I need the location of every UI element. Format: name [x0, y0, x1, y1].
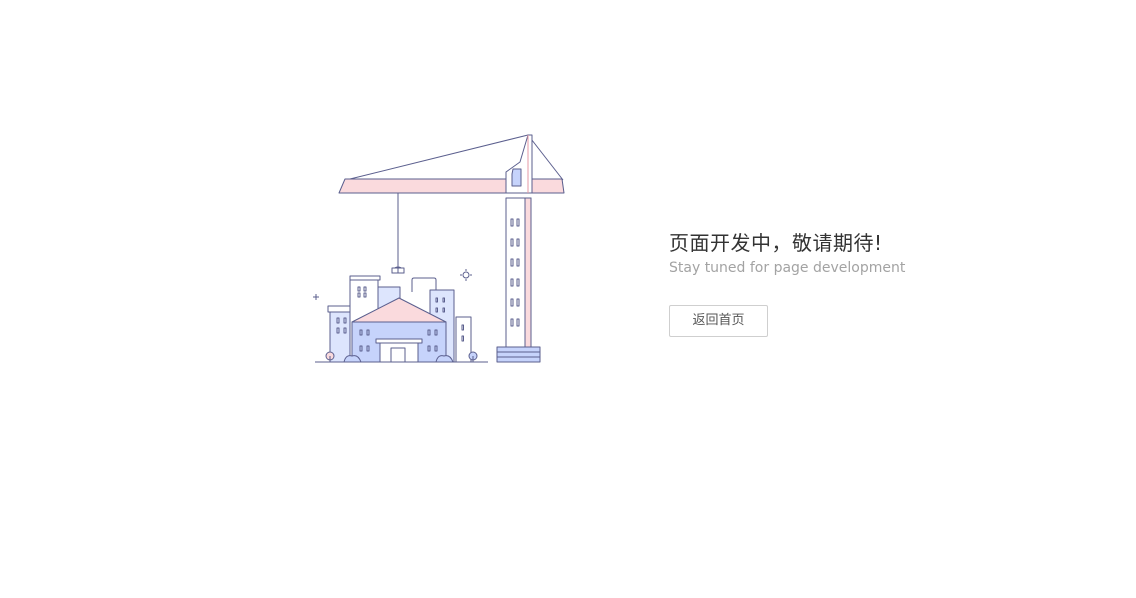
under-construction-page: 页面开发中，敬请期待! Stay tuned for page developm…	[0, 0, 1136, 598]
house-door	[390, 347, 406, 363]
page-title: 页面开发中，敬请期待!	[669, 231, 883, 255]
back-home-button[interactable]: 返回首页	[669, 305, 768, 337]
crane-base	[496, 346, 541, 363]
crane-cable-left	[349, 134, 529, 180]
construction-crane-illustration	[310, 132, 570, 368]
crane-cable-right	[527, 134, 564, 181]
page-subtitle: Stay tuned for page development	[669, 260, 906, 276]
development-message: 页面开发中，敬请期待! Stay tuned for page developm…	[669, 229, 969, 278]
crane-cab-window	[511, 168, 522, 187]
